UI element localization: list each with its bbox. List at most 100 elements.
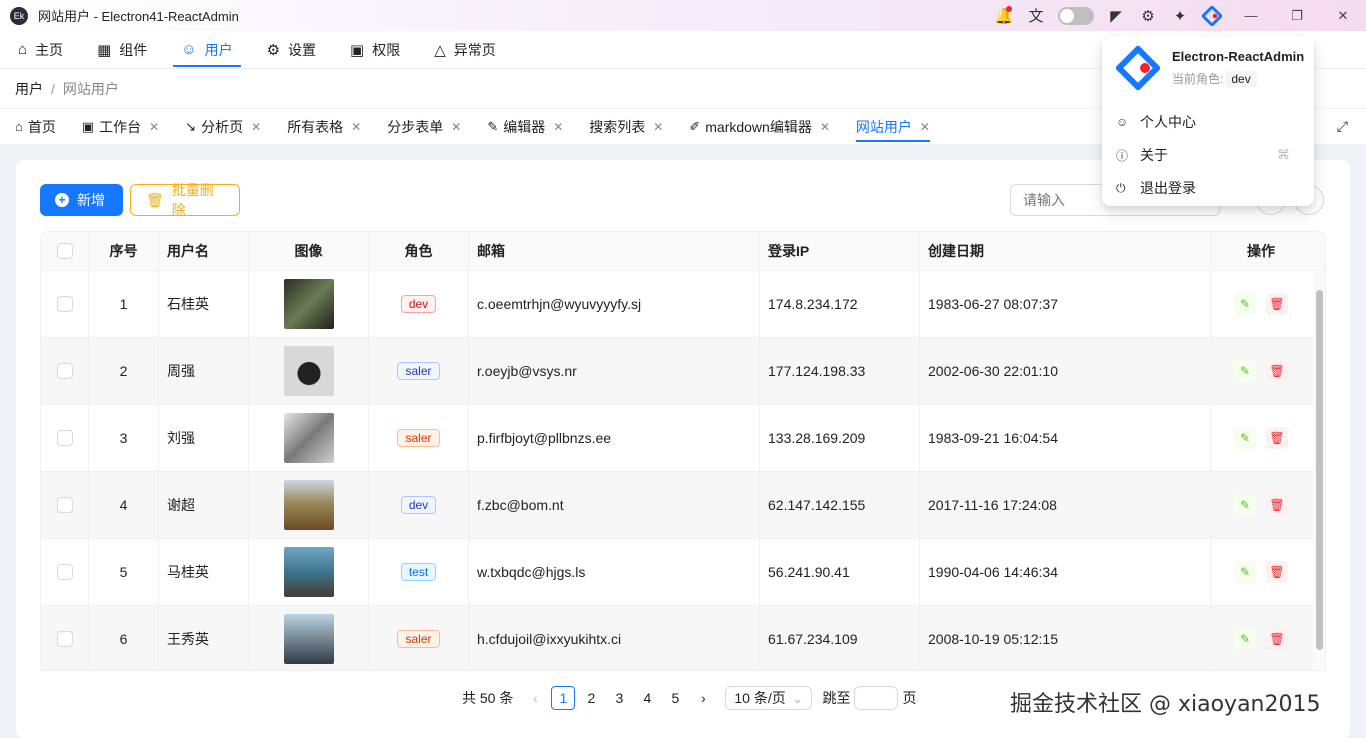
menu-item-exception[interactable]: △ 异常页: [426, 31, 504, 69]
row-image-cell: [249, 472, 369, 538]
translate-icon[interactable]: 文: [1020, 0, 1052, 31]
edit-icon[interactable]: ✎: [1234, 494, 1256, 516]
column-header: 用户名: [159, 232, 249, 270]
row-username: 王秀英: [159, 606, 249, 670]
row-email: c.oeemtrhjn@wyuvyyyfy.sj: [469, 271, 760, 337]
user-thumbnail[interactable]: [283, 547, 334, 597]
row-date: 1983-09-21 16:04:54: [920, 405, 1211, 471]
minimize-button[interactable]: —: [1228, 0, 1274, 31]
delete-icon[interactable]: 🗑: [1266, 360, 1288, 382]
close-window-button[interactable]: ✕: [1320, 0, 1366, 31]
jump-input[interactable]: [854, 686, 899, 710]
gear-icon[interactable]: ⚙: [1132, 0, 1164, 31]
prev-page-icon[interactable]: ‹: [523, 686, 547, 710]
breadcrumb-parent[interactable]: 用户: [15, 79, 43, 99]
page-suffix: 页: [902, 690, 917, 706]
row-checkbox[interactable]: [56, 296, 73, 312]
edit-icon[interactable]: ✎: [1234, 360, 1256, 382]
user-thumbnail[interactable]: [283, 480, 334, 530]
close-icon[interactable]: ✕: [149, 120, 159, 134]
menu-item-about[interactable]: ⓘ 关于 ⌘: [1116, 145, 1300, 165]
tab-home[interactable]: ⌂ 首页: [15, 109, 56, 144]
row-email: h.cfdujoil@ixxyukihtx.ci: [469, 606, 760, 670]
shirt-icon[interactable]: ◤: [1100, 0, 1132, 31]
delete-icon[interactable]: 🗑: [1266, 561, 1288, 583]
page-5[interactable]: 5: [663, 686, 687, 710]
tab-markdown-editor[interactable]: ✐ markdown编辑器 ✕: [689, 109, 830, 144]
row-checkbox[interactable]: [56, 497, 73, 513]
row-actions: ✎ 🗑: [1211, 539, 1311, 605]
close-icon[interactable]: ✕: [351, 120, 361, 134]
pin-icon[interactable]: ✦: [1164, 0, 1196, 31]
page-4[interactable]: 4: [635, 686, 659, 710]
delete-icon[interactable]: 🗑: [1266, 293, 1288, 315]
page-2[interactable]: 2: [579, 686, 603, 710]
fullscreen-icon[interactable]: ⤢: [1337, 118, 1348, 135]
close-icon[interactable]: ✕: [251, 120, 261, 134]
scrollbar-thumb[interactable]: [1316, 290, 1323, 650]
next-page-icon[interactable]: ›: [691, 686, 715, 710]
close-icon[interactable]: ✕: [653, 120, 663, 134]
close-icon[interactable]: ✕: [553, 120, 563, 134]
user-icon: ☺: [1116, 115, 1129, 129]
menu-item-label: 退出登录: [1140, 180, 1196, 196]
maximize-button[interactable]: ❐: [1274, 0, 1320, 31]
edit-icon[interactable]: ✎: [1234, 628, 1256, 650]
menu-item-home[interactable]: ⌂ 主页: [10, 31, 71, 69]
delete-icon[interactable]: 🗑: [1266, 494, 1288, 516]
user-thumbnail[interactable]: [283, 279, 334, 329]
menu-item-logout[interactable]: ⏻ 退出登录: [1116, 178, 1300, 198]
row-date: 2017-11-16 17:24:08: [920, 472, 1211, 538]
dropdown-app-name: Electron-ReactAdmin: [1172, 49, 1305, 64]
close-icon[interactable]: ✕: [920, 120, 930, 134]
menu-item-profile[interactable]: ☺ 个人中心: [1116, 112, 1300, 132]
tab-step-form[interactable]: 分步表单 ✕: [387, 109, 461, 144]
batch-delete-button[interactable]: 🗑 批量删除: [130, 182, 240, 218]
menu-item-label: 关于: [1140, 147, 1168, 163]
menu-item-label: 权限: [372, 41, 401, 58]
column-header: 创建日期: [920, 232, 1211, 270]
theme-toggle[interactable]: [1058, 6, 1094, 25]
table-row: 5 马桂英 test w.txbqdc@hjgs.ls 56.241.90.41 1990…: [41, 539, 1325, 606]
select-all-checkbox[interactable]: [56, 243, 73, 259]
tab-all-tables[interactable]: 所有表格 ✕: [287, 109, 361, 144]
bell-icon[interactable]: 🔔: [988, 0, 1020, 31]
row-checkbox[interactable]: [56, 363, 73, 379]
row-index: 2: [89, 338, 159, 404]
tab-label: 首页: [27, 118, 56, 135]
menu-item-user[interactable]: ☺ 用户: [173, 31, 241, 69]
tab-workbench[interactable]: ▣ 工作台 ✕: [82, 109, 159, 144]
user-thumbnail[interactable]: [283, 413, 334, 463]
menu-item-settings[interactable]: ⚙ 设置: [259, 31, 324, 69]
tab-search-list[interactable]: 搜索列表 ✕: [589, 109, 663, 144]
row-username: 石桂英: [159, 271, 249, 337]
user-thumbnail[interactable]: [283, 614, 334, 664]
edit-icon[interactable]: ✎: [1234, 561, 1256, 583]
menu-item-permission[interactable]: ▣ 权限: [342, 31, 408, 69]
user-thumbnail[interactable]: [283, 346, 334, 396]
edit-icon[interactable]: ✎: [1234, 427, 1256, 449]
close-icon[interactable]: ✕: [820, 120, 830, 134]
row-email: p.firfbjoyt@pllbnzs.ee: [469, 405, 760, 471]
add-button[interactable]: + 新增: [40, 184, 123, 216]
table-scrollbar[interactable]: [1313, 272, 1325, 670]
page-size-select[interactable]: 10 条/页 ⌄: [725, 686, 813, 710]
row-checkbox[interactable]: [56, 430, 73, 446]
row-checkbox[interactable]: [56, 564, 73, 580]
row-checkbox[interactable]: [56, 631, 73, 647]
tab-editor[interactable]: ✎ 编辑器 ✕: [487, 109, 563, 144]
delete-icon[interactable]: 🗑: [1266, 628, 1288, 650]
tab-analysis[interactable]: ↘ 分析页 ✕: [185, 109, 261, 144]
row-image-cell: [249, 539, 369, 605]
row-role-cell: dev: [369, 472, 469, 538]
menu-item-components[interactable]: ▦ 组件: [89, 31, 155, 69]
user-dropdown: Electron-ReactAdmin 当前角色: dev ☺ 个人中心 ⓘ 关于 ⌘ …: [1102, 36, 1314, 206]
edit-icon[interactable]: ✎: [1234, 293, 1256, 315]
close-icon[interactable]: ✕: [451, 120, 461, 134]
page-3[interactable]: 3: [607, 686, 631, 710]
tab-website-users[interactable]: 网站用户 ✕: [855, 109, 931, 144]
page-1[interactable]: 1: [551, 686, 576, 710]
role-tag: saler: [397, 362, 440, 380]
user-avatar-icon[interactable]: [1196, 0, 1228, 31]
delete-icon[interactable]: 🗑: [1266, 427, 1288, 449]
